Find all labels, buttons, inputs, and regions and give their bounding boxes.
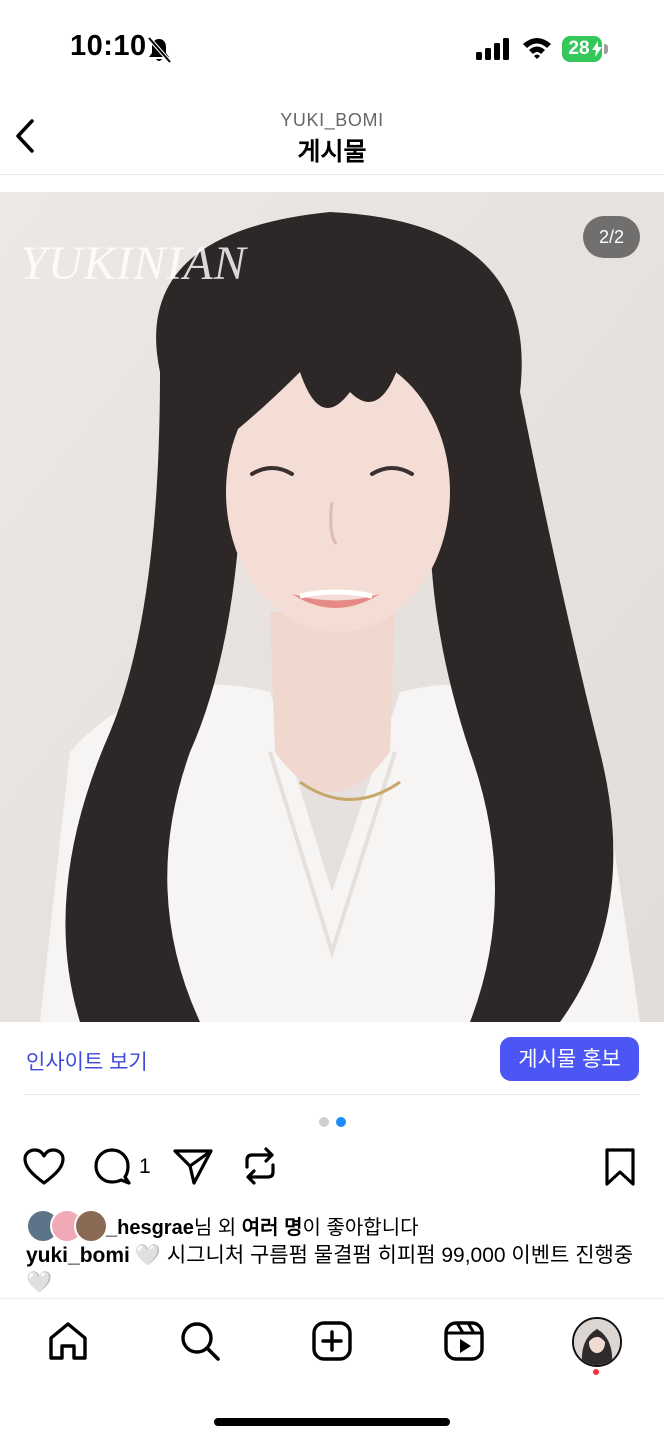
comment-icon[interactable] <box>92 1146 132 1186</box>
page-title: 게시물 <box>297 138 367 166</box>
heart-icon[interactable] <box>22 1147 66 1187</box>
likes-text-mid: 님 외 <box>193 1217 242 1239</box>
caption-username[interactable]: yuki_bomi <box>26 1244 130 1267</box>
charging-bolt-icon <box>592 41 602 57</box>
cellular-signal-icon <box>476 38 509 60</box>
likes-others[interactable]: 여러 명 <box>242 1217 303 1239</box>
repost-icon[interactable] <box>241 1145 279 1187</box>
reels-icon[interactable] <box>443 1320 485 1362</box>
header-divider <box>0 174 664 175</box>
watermark-text: YUKINIAN <box>20 237 247 290</box>
view-insights-link[interactable]: 인사이트 보기 <box>26 1046 148 1076</box>
likes-summary[interactable]: _hesgrae님 외 여러 명이 좋아합니다 <box>106 1211 419 1240</box>
carousel-dot <box>319 1117 329 1127</box>
profile-avatar-image <box>574 1319 620 1365</box>
carousel-page-counter: 2/2 <box>583 216 640 258</box>
search-icon[interactable] <box>179 1320 221 1362</box>
wifi-icon <box>523 38 551 59</box>
liker-username[interactable]: _hesgrae <box>106 1217 194 1239</box>
status-time: 10:10 <box>70 30 147 62</box>
insights-divider <box>24 1094 640 1095</box>
carousel-dot-active <box>336 1117 346 1127</box>
home-icon[interactable] <box>47 1320 89 1362</box>
notification-dot <box>593 1369 599 1375</box>
post-caption: yuki_bomi 🤍 시그니처 구름펌 물결펌 히피펌 99,000 이벤트 진… <box>26 1242 638 1296</box>
battery-indicator: 28 <box>562 36 608 62</box>
create-post-icon[interactable] <box>311 1320 353 1362</box>
bookmark-icon[interactable] <box>603 1146 637 1188</box>
share-icon[interactable] <box>172 1146 214 1186</box>
profile-avatar[interactable] <box>572 1317 622 1367</box>
promote-post-button[interactable]: 게시물 홍보 <box>500 1037 639 1081</box>
nav-divider <box>0 1298 664 1299</box>
header-username[interactable]: YUKI_BOMI <box>0 110 664 131</box>
likes-text-end: 이 좋아합니다 <box>302 1217 419 1239</box>
home-indicator[interactable] <box>214 1418 450 1426</box>
liker-avatar[interactable] <box>74 1209 108 1243</box>
bell-slash-icon <box>147 36 172 64</box>
post-photo[interactable]: YUKINIAN <box>0 192 664 1022</box>
comment-count[interactable]: 1 <box>139 1155 151 1179</box>
portrait-illustration <box>0 192 664 1022</box>
